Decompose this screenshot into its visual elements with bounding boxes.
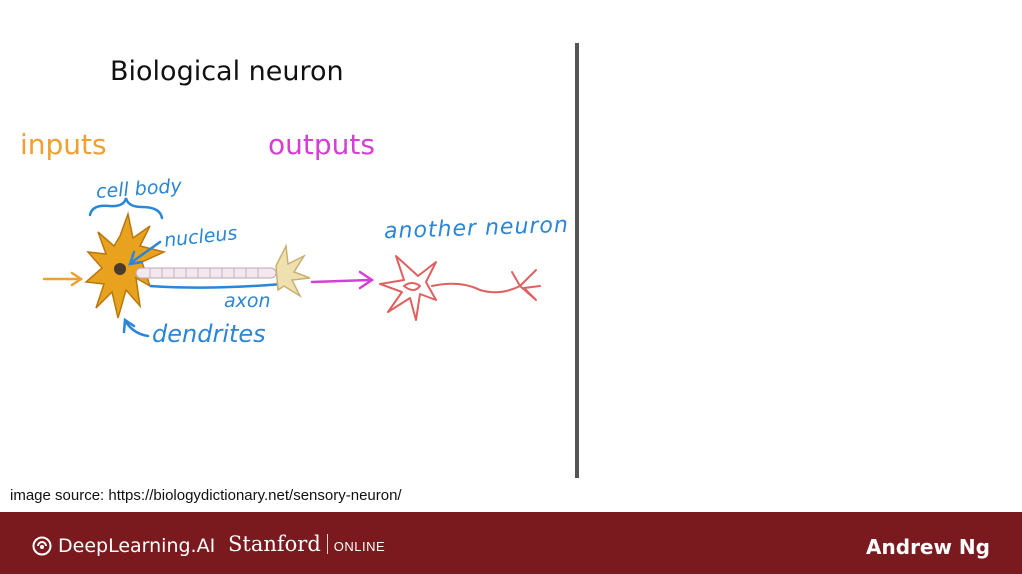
dendrites-arrow [122,317,150,338]
image-credit: image source: https://biologydictionary.… [10,487,402,504]
brand-name: DeepLearning.AI [58,535,216,557]
deeplearning-logo: DeepLearning.AI [32,535,215,557]
footer-bar: DeepLearning.AI Stanford ONLINE Andrew N… [0,512,1022,574]
logo-separator [326,534,328,554]
input-arrow [42,271,84,287]
output-arrow [310,270,375,290]
partner-suffix: ONLINE [333,538,386,554]
slide: Biological neuron inputs outputs cell bo… [0,0,1022,512]
nucleus-dot [114,263,126,275]
partner-name: Stanford [228,532,321,556]
axon-terminal [275,243,311,299]
stanford-online-logo: Stanford ONLINE [228,532,385,556]
another-neuron-sketch [379,255,541,321]
dendrites-label: dendrites [152,320,266,348]
vertical-divider [575,43,579,478]
author-name: Andrew Ng [866,535,990,559]
axon-label: axon [224,290,271,312]
axon [135,267,283,289]
deeplearning-logo-icon [32,536,52,556]
